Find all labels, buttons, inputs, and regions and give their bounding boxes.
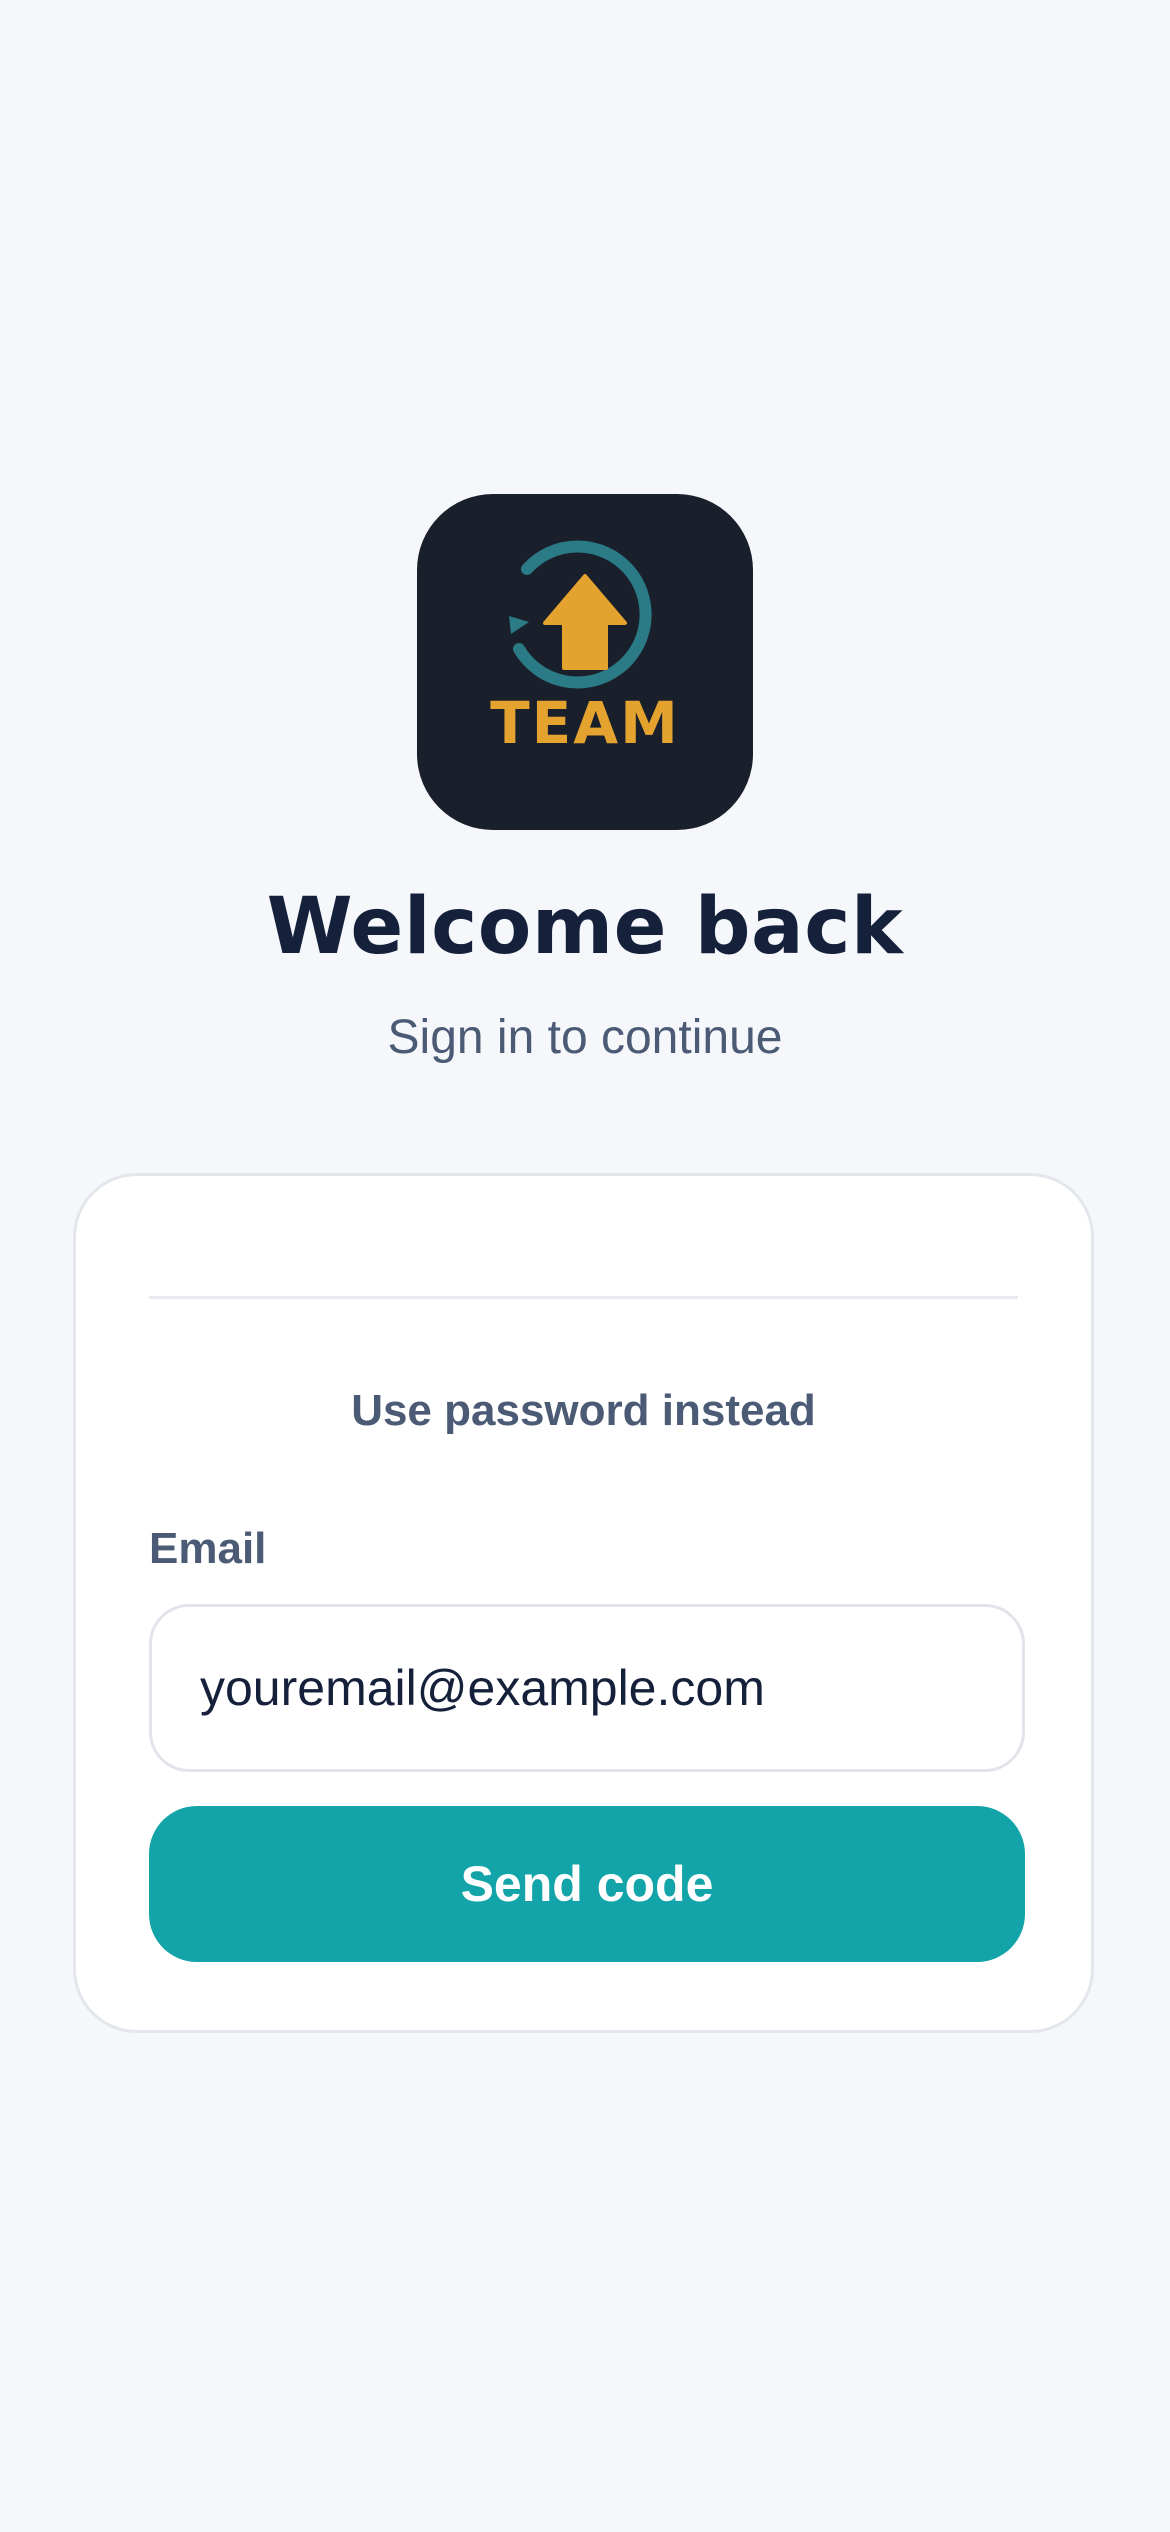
email-input[interactable] — [149, 1604, 1025, 1772]
page-title: Welcome back — [266, 882, 904, 972]
logo-text: TEAM — [490, 689, 680, 757]
use-password-link[interactable]: Use password instead — [76, 1386, 1091, 1436]
divider — [149, 1296, 1018, 1299]
app-logo: TEAM — [417, 494, 753, 830]
send-code-button[interactable]: Send code — [149, 1806, 1025, 1962]
page-subtitle: Sign in to continue — [387, 1011, 783, 1064]
sign-in-card: Use password instead Email Send code — [73, 1173, 1094, 2033]
email-label: Email — [149, 1524, 267, 1573]
circular-arrow-up-icon — [509, 540, 652, 689]
